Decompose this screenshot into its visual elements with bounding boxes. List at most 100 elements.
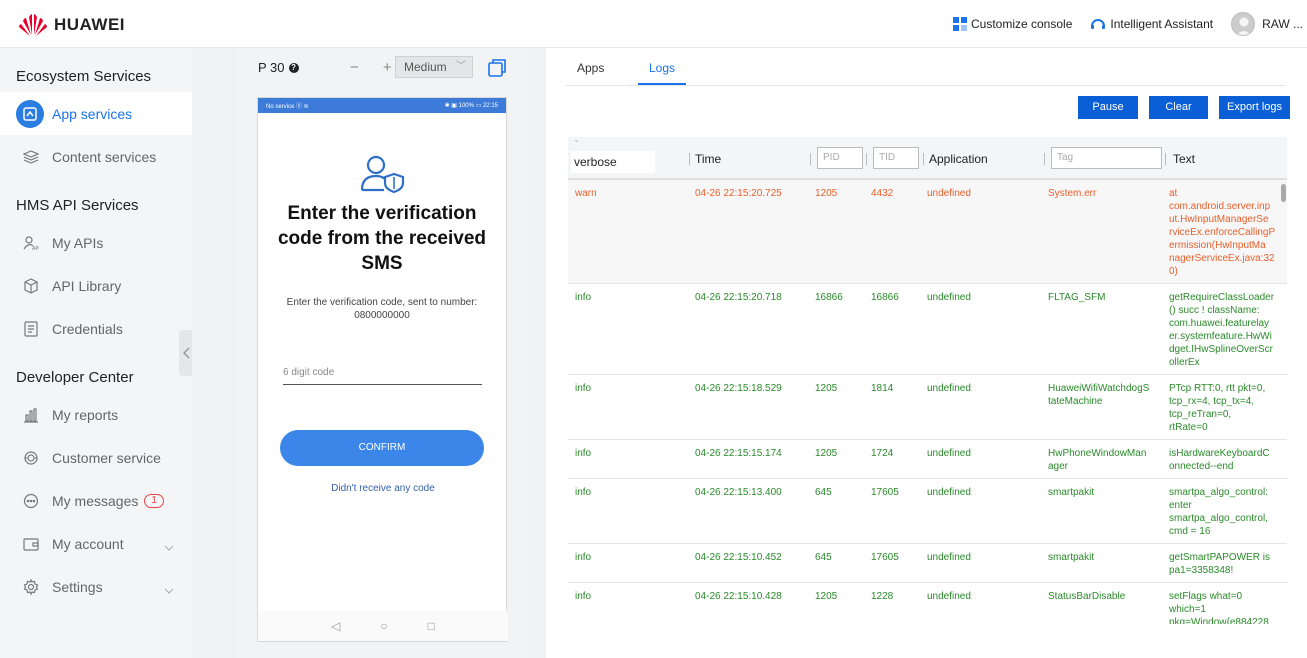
cell-pid: 16866 — [815, 292, 843, 303]
help-icon[interactable]: ? — [288, 62, 299, 73]
cell-text: getSmartPAPOWER is pa1=3358348! — [1169, 551, 1281, 577]
cell-time: 04-26 22:15:10.428 — [695, 591, 782, 602]
phone-screen[interactable]: No service ⓔ ≋ ✱ ▣ 100% ▭ 22:15 Enter th… — [257, 97, 508, 642]
text-line: pa1=3358348! — [1169, 565, 1234, 576]
table-row[interactable]: info 04-26 22:15:10.452 645 17605 undefined s… — [568, 544, 1287, 583]
sidebar-item-my-messages[interactable]: My messages 1 — [0, 479, 192, 522]
table-row[interactable]: info 04-26 22:15:10.428 1205 1228 undefined S… — [568, 583, 1287, 624]
text-line: which=1 — [1169, 604, 1206, 615]
chevron-down-icon: ˇ — [575, 139, 578, 149]
cell-tid: 1814 — [871, 383, 894, 394]
sidebar-item-content-services[interactable]: Content services — [0, 135, 192, 178]
cell-time: 04-26 22:15:18.529 — [695, 383, 782, 394]
pid-filter-input[interactable]: PID — [817, 147, 863, 169]
cell-tid: 17605 — [871, 552, 899, 563]
recents-icon[interactable]: □ — [428, 619, 435, 633]
sidebar: Ecosystem Services App services Content … — [0, 48, 192, 658]
sidebar-collapse-button[interactable] — [179, 330, 193, 376]
sidebar-item-label: Settings — [52, 578, 103, 595]
sidebar-item-app-services[interactable]: App services — [0, 92, 192, 135]
level-filter-select[interactable]: verbose — [571, 151, 655, 173]
verification-description: Enter the verification code, sent to num… — [258, 296, 506, 322]
clear-button[interactable]: Clear — [1149, 96, 1208, 119]
text-line: () succ ! className: — [1169, 305, 1260, 316]
avatar[interactable] — [1231, 12, 1256, 36]
resend-code-link[interactable]: Didn't receive any code — [258, 483, 508, 494]
text-line: ermission(HwInputMa — [1169, 240, 1266, 251]
screen-size-select[interactable]: Medium ﹀ — [395, 56, 473, 78]
text-line: enter — [1169, 500, 1192, 511]
column-separator — [923, 153, 924, 165]
user-shield-icon — [360, 154, 406, 199]
cell-pid: 1205 — [815, 188, 838, 199]
cell-level: warn — [575, 188, 597, 199]
zoom-controls[interactable]: − + — [350, 59, 402, 76]
sidebar-item-customer-service[interactable]: Customer service — [0, 436, 192, 479]
text-line: pkg=Window{e884228 — [1169, 617, 1269, 624]
chevron-down-icon — [164, 581, 174, 597]
customize-console-link[interactable]: Customize console — [952, 17, 1073, 31]
sidebar-item-my-reports[interactable]: My reports — [0, 393, 192, 436]
sidebar-item-my-apis[interactable]: API My APIs — [0, 221, 192, 264]
sidebar-item-settings[interactable]: Settings — [0, 565, 192, 608]
messages-count-badge: 1 — [144, 493, 164, 508]
tid-filter-input[interactable]: TID — [873, 147, 919, 169]
cell-app: undefined — [927, 448, 971, 459]
cell-time: 04-26 22:15:15.174 — [695, 448, 782, 459]
section-ecosystem-services: Ecosystem Services — [16, 68, 152, 85]
phone-number: 0800000000 — [354, 310, 410, 321]
phone-status-bar: No service ⓔ ≋ ✱ ▣ 100% ▭ 22:15 — [258, 98, 506, 113]
back-icon[interactable]: ◁ — [331, 619, 340, 633]
device-name-label: P 30 — [258, 60, 285, 75]
screenshot-button[interactable] — [488, 59, 506, 82]
table-row[interactable]: info 04-26 22:15:13.400 645 17605 undefined s… — [568, 479, 1287, 544]
sidebar-item-label: App services — [52, 105, 133, 122]
section-developer-center: Developer Center — [16, 369, 134, 386]
text-line: setFlags what=0 — [1169, 591, 1243, 602]
column-text: Text — [1173, 152, 1196, 166]
assistant-icon — [1091, 19, 1106, 29]
huawei-logo[interactable]: HUAWEI — [18, 13, 125, 37]
tab-bar: Apps Logs — [566, 48, 1286, 86]
column-separator — [689, 153, 690, 165]
cell-tag: HwPhoneWindowMan ager — [1048, 448, 1147, 472]
table-row[interactable]: warn 04-26 22:15:20.725 1205 4432 undefined S… — [568, 180, 1287, 284]
cell-text: setFlags what=0 which=1 pkg=Window{e884228 — [1169, 590, 1281, 624]
description-line: Enter the verification code, sent to num… — [286, 297, 478, 308]
cell-tag: smartpakit — [1048, 487, 1095, 498]
vertical-scrollbar[interactable] — [1281, 184, 1286, 202]
cell-time: 04-26 22:15:20.718 — [695, 292, 782, 303]
sidebar-item-my-account[interactable]: My account — [0, 522, 192, 565]
pause-button[interactable]: Pause — [1078, 96, 1138, 119]
table-row[interactable]: info 04-26 22:15:18.529 1205 1814 undefined H… — [568, 375, 1287, 440]
tab-logs[interactable]: Logs — [649, 61, 675, 75]
column-separator — [866, 153, 867, 165]
export-logs-button[interactable]: Export logs — [1219, 96, 1290, 119]
status-right: ✱ ▣ 100% ▭ 22:15 — [444, 103, 498, 109]
intelligent-assistant-link[interactable]: Intelligent Assistant — [1090, 17, 1213, 31]
cell-level: info — [575, 292, 592, 303]
sidebar-item-credentials[interactable]: Credentials — [0, 307, 192, 350]
confirm-button[interactable]: CONFIRM — [280, 430, 484, 466]
cell-app: undefined — [927, 292, 971, 303]
layers-icon — [22, 148, 40, 166]
customize-console-label: Customize console — [970, 17, 1073, 31]
tab-apps[interactable]: Apps — [577, 61, 604, 75]
home-icon[interactable]: ○ — [380, 619, 387, 633]
headset-icon — [22, 449, 40, 467]
sidebar-item-api-library[interactable]: API Library — [0, 264, 192, 307]
status-left: No service ⓔ ≋ — [266, 104, 309, 110]
code-input[interactable]: 6 digit code — [283, 367, 482, 385]
table-row[interactable]: info 04-26 22:15:20.718 16866 16866 undefine… — [568, 284, 1287, 375]
tag-filter-input[interactable]: Tag — [1051, 147, 1162, 169]
table-row[interactable]: info 04-26 22:15:15.174 1205 1724 undefined H… — [568, 440, 1287, 479]
cell-tag: StatusBarDisable — [1048, 591, 1126, 602]
cell-text: smartpa_algo_control: enter smartpa_algo_c… — [1169, 486, 1281, 538]
device-panel: P 30 ? − + Medium ﹀ No service ⓔ ≋ ✱ ▣ 1… — [234, 48, 528, 658]
text-line: rviceEx.enforceCallingP — [1169, 227, 1276, 238]
text-line: at — [1169, 188, 1178, 199]
cell-text: getRequireClassLoader () succ ! className… — [1169, 291, 1281, 369]
text-line: 0) — [1169, 266, 1178, 277]
user-name[interactable]: RAW ... — [1262, 17, 1303, 31]
table-body: warn 04-26 22:15:20.725 1205 4432 undefined S… — [568, 180, 1287, 624]
